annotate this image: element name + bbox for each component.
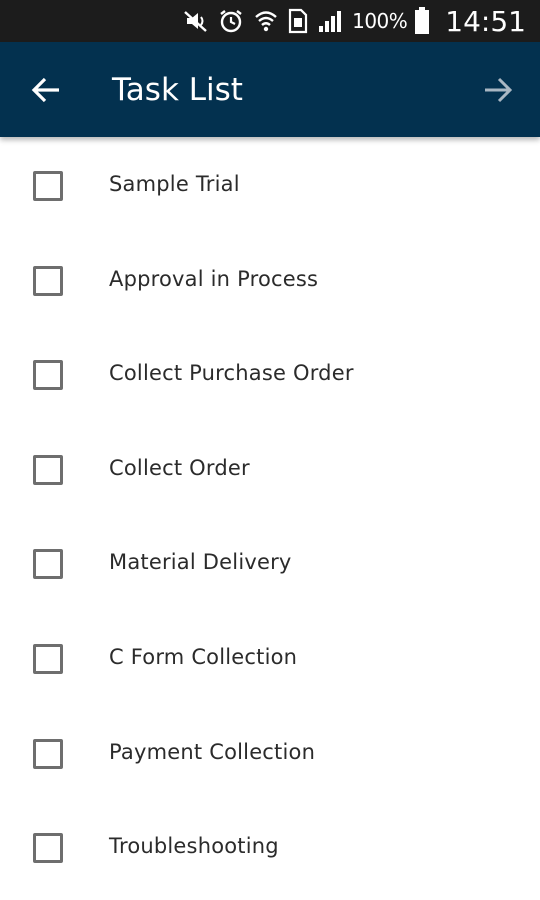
task-label: Collect Order	[109, 455, 250, 480]
arrow-left-icon	[30, 76, 62, 108]
task-item-payment-collection[interactable]: Payment Collection	[0, 705, 540, 800]
task-label: Sample Trial	[109, 172, 240, 196]
sim-card-icon	[288, 8, 308, 34]
back-button[interactable]	[26, 72, 66, 112]
app-bar: Task List	[0, 42, 540, 137]
task-label: Approval in Process	[109, 266, 319, 291]
task-item-sample-trial[interactable]: Sample Trial	[0, 137, 540, 232]
task-item-material-delivery[interactable]: Material Delivery	[0, 515, 540, 610]
status-time: 14:51	[445, 4, 526, 38]
signal-icon	[317, 8, 343, 34]
battery-percent: 100%	[352, 9, 408, 33]
task-label: Collect Purchase Order	[109, 361, 354, 386]
task-checkbox[interactable]	[33, 549, 63, 580]
task-list: Sample Trial Approval in Process Collect…	[0, 137, 540, 894]
page-title: Task List	[112, 72, 243, 108]
task-item-approval-in-process[interactable]: Approval in Process	[0, 232, 540, 327]
task-item-c-form-collection[interactable]: C Form Collection	[0, 610, 540, 705]
wifi-icon	[253, 8, 279, 34]
alarm-icon	[218, 8, 244, 34]
task-label: Material Delivery	[109, 550, 292, 575]
task-item-collect-order[interactable]: Collect Order	[0, 421, 540, 516]
task-label: Payment Collection	[109, 739, 316, 764]
task-item-collect-purchase-order[interactable]: Collect Purchase Order	[0, 326, 540, 421]
task-checkbox[interactable]	[33, 360, 63, 391]
task-checkbox[interactable]	[33, 833, 63, 864]
task-checkbox[interactable]	[33, 738, 63, 769]
forward-button[interactable]	[478, 72, 518, 112]
task-label: C Form Collection	[109, 644, 298, 669]
task-checkbox[interactable]	[33, 454, 63, 485]
task-checkbox[interactable]	[33, 643, 63, 674]
task-item-troubleshooting[interactable]: Troubleshooting	[0, 799, 540, 894]
mute-icon	[183, 9, 209, 33]
task-checkbox[interactable]	[33, 171, 63, 201]
status-icons: 100% 14:51	[183, 0, 526, 42]
task-label: Troubleshooting	[109, 834, 279, 859]
task-checkbox[interactable]	[33, 265, 63, 296]
battery-icon	[414, 7, 430, 35]
status-bar: 100% 14:51	[0, 0, 540, 42]
arrow-right-icon	[482, 76, 514, 108]
